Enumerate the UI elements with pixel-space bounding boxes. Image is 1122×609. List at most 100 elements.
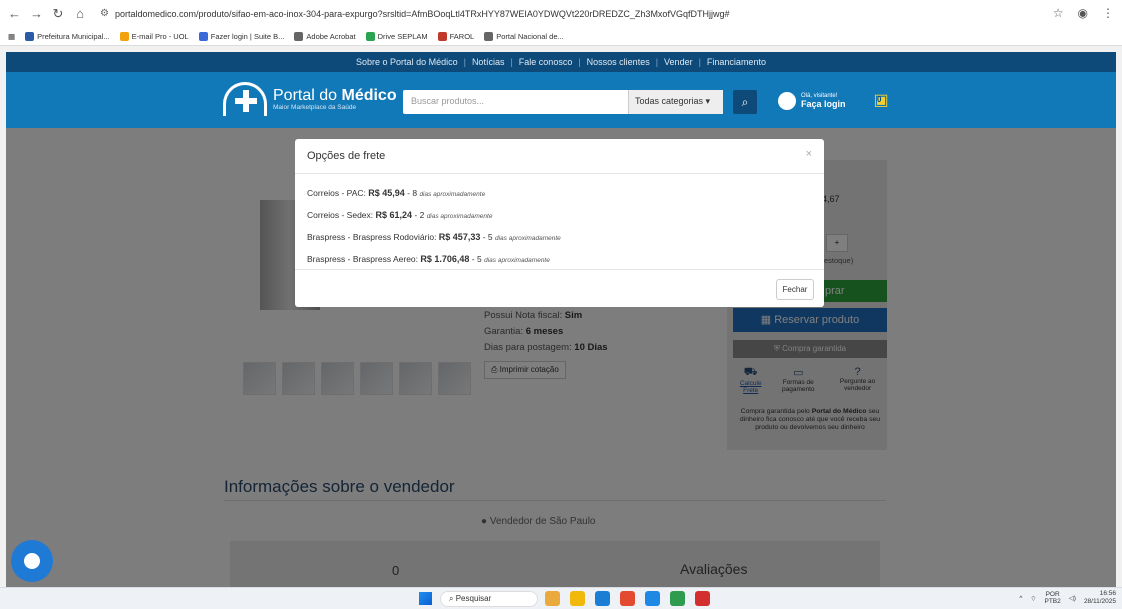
modal-footer: Fechar <box>295 269 824 307</box>
topnav-link[interactable]: Financiamento <box>707 57 766 67</box>
taskbar-app-icon[interactable] <box>570 591 585 606</box>
profile-icon[interactable]: ◉ <box>1078 6 1088 20</box>
menu-icon[interactable]: ⋮ <box>1102 6 1114 20</box>
bookmark-label: Prefeitura Municipal... <box>37 31 110 41</box>
nav-separator: | <box>655 57 659 67</box>
address-bar[interactable]: ⚙ portaldomedico.com/produto/sifao-em-ac… <box>100 8 729 19</box>
nav-separator: | <box>510 57 513 67</box>
user-avatar-icon <box>778 92 796 110</box>
bookmark-favicon-icon <box>365 31 375 41</box>
topnav-link[interactable]: Sobre o Portal do Médico <box>356 57 458 67</box>
login-label: Faça login <box>801 99 846 109</box>
search-icon: ⌕ <box>449 594 454 603</box>
bookmark-item[interactable]: FAROL <box>437 31 475 41</box>
site-logo[interactable]: Portal do Médico Maior Marketplace da Sa… <box>223 82 397 116</box>
bookmark-favicon-icon <box>484 31 494 41</box>
back-icon[interactable]: ← <box>8 6 21 21</box>
shipping-price: R$ 45,94 <box>368 188 405 198</box>
shipping-days: - 5 <box>480 232 495 242</box>
bookmark-item[interactable]: Drive SEPLAM <box>365 31 428 41</box>
shipping-options-modal: Opções de frete × Correios - PAC: R$ 45,… <box>295 139 824 307</box>
bookmark-label: Fazer login | Suite B... <box>210 31 285 41</box>
nav-separator: | <box>463 57 466 67</box>
search-button[interactable]: ⌕ <box>733 90 757 114</box>
taskbar-app-icon[interactable] <box>645 591 660 606</box>
cart-count: 0 <box>877 95 882 104</box>
bookmark-item[interactable]: Portal Nacional de... <box>484 31 564 41</box>
shipping-note: dias aproximadamente <box>426 213 493 220</box>
bookmarks-bar: ▦ Prefeitura Municipal... E-mail Pro - UO… <box>0 27 1122 46</box>
bookmark-label: FAROL <box>449 31 475 41</box>
shipping-carrier: Braspress - Braspress Rodoviário: <box>307 232 439 242</box>
taskbar-app-icon[interactable] <box>620 591 635 606</box>
shipping-price: R$ 61,24 <box>375 210 413 220</box>
cart-icon[interactable]: ▣ 0 <box>870 91 892 111</box>
close-button[interactable]: Fechar <box>776 279 814 300</box>
topnav-link[interactable]: Vender <box>664 57 693 67</box>
shipping-option: Braspress - Braspress Aereo: R$ 1.706,48… <box>307 249 812 271</box>
modal-body: Correios - PAC: R$ 45,94 - 8 dias aproxi… <box>307 183 812 271</box>
browser-toolbar: ← → ↻ ⌂ ⚙ portaldomedico.com/produto/sif… <box>0 0 1122 27</box>
bookmark-star-icon[interactable]: ☆ <box>1053 6 1064 20</box>
shipping-option: Correios - Sedex: R$ 61,24 - 2 dias apro… <box>307 205 812 227</box>
bookmark-item[interactable]: Fazer login | Suite B... <box>198 31 285 41</box>
shipping-days: - 2 <box>412 210 427 220</box>
site-top-nav: Sobre o Portal do Médico | Notícias | Fale c… <box>6 52 1116 72</box>
login-link[interactable]: Olá, visitante! Faça login <box>778 92 846 110</box>
language-indicator[interactable]: POR PTB2 <box>1045 591 1061 605</box>
modal-header: Opções de frete × <box>295 139 824 174</box>
modal-title: Opções de frete <box>307 150 386 162</box>
shipping-carrier: Correios - Sedex: <box>307 210 376 220</box>
clock[interactable]: 16:56 28/11/2025 <box>1084 590 1116 606</box>
shipping-option: Braspress - Braspress Rodoviário: R$ 457… <box>307 227 812 249</box>
bookmark-item[interactable]: Prefeitura Municipal... <box>25 31 110 41</box>
medical-cross-icon <box>223 82 267 116</box>
shipping-note: dias aproximadamente <box>484 257 550 264</box>
shipping-note: dias aproximadamente <box>419 191 486 198</box>
forward-icon[interactable]: → <box>30 6 43 21</box>
nav-separator: | <box>698 57 701 67</box>
system-tray: ^ ⌔ POR PTB2 ◁) 16:56 28/11/2025 <box>1019 590 1116 606</box>
bookmark-label: E-mail Pro - UOL <box>131 31 189 41</box>
logo-subtitle: Maior Marketplace da Saúde <box>273 103 357 111</box>
taskbar-app-icon[interactable] <box>695 591 710 606</box>
taskbar-app-icon[interactable] <box>670 591 685 606</box>
category-select[interactable]: Todas categorias ▾ <box>628 90 723 114</box>
bookmark-favicon-icon <box>294 31 304 41</box>
shipping-note: dias aproximadamente <box>495 235 561 242</box>
site-info-icon[interactable]: ⚙ <box>100 8 109 19</box>
bookmark-item[interactable]: E-mail Pro - UOL <box>119 31 189 41</box>
home-icon[interactable]: ⌂ <box>74 6 86 21</box>
volume-icon[interactable]: ◁) <box>1069 594 1076 602</box>
bookmark-favicon-icon <box>437 31 447 41</box>
nav-separator: | <box>578 57 581 67</box>
shipping-days: - 5 <box>469 254 485 264</box>
url-text: portaldomedico.com/produto/sifao-em-aco-… <box>114 8 730 19</box>
search-bar: Buscar produtos... Todas categorias ▾ <box>403 90 723 114</box>
reload-icon[interactable]: ↻ <box>52 6 64 22</box>
shipping-price: R$ 1.706,48 <box>420 254 470 264</box>
bookmark-label: Adobe Acrobat <box>306 31 356 41</box>
topnav-link[interactable]: Fale conosco <box>519 57 573 67</box>
shipping-price: R$ 457,33 <box>438 232 481 242</box>
shipping-option: Correios - PAC: R$ 45,94 - 8 dias aproxi… <box>307 183 812 205</box>
taskbar-app-icon[interactable] <box>595 591 610 606</box>
chevron-up-icon[interactable]: ^ <box>1019 595 1022 602</box>
network-icon[interactable]: ⌔ <box>1030 594 1036 603</box>
windows-taskbar: ⌕ Pesquisar ^ ⌔ POR PTB2 ◁) 16:56 28/11/20… <box>0 587 1122 609</box>
shipping-days: - 8 <box>404 188 420 198</box>
taskbar-app-icon[interactable] <box>545 591 560 606</box>
topnav-link[interactable]: Nossos clientes <box>587 57 650 67</box>
apps-grid-icon[interactable]: ▦ <box>8 32 15 41</box>
chat-bubble-icon[interactable] <box>11 540 53 582</box>
search-input[interactable]: Buscar produtos... <box>403 90 628 114</box>
bookmark-favicon-icon <box>119 31 129 41</box>
shipping-carrier: Correios - PAC: <box>307 188 369 198</box>
taskbar-search[interactable]: ⌕ Pesquisar <box>440 591 538 607</box>
bookmark-item[interactable]: Adobe Acrobat <box>294 31 356 41</box>
close-icon[interactable]: × <box>806 148 812 160</box>
taskbar-apps <box>545 591 710 606</box>
topnav-link[interactable]: Notícias <box>472 57 505 67</box>
windows-start-icon[interactable] <box>419 592 432 605</box>
bookmark-label: Portal Nacional de... <box>496 31 564 41</box>
